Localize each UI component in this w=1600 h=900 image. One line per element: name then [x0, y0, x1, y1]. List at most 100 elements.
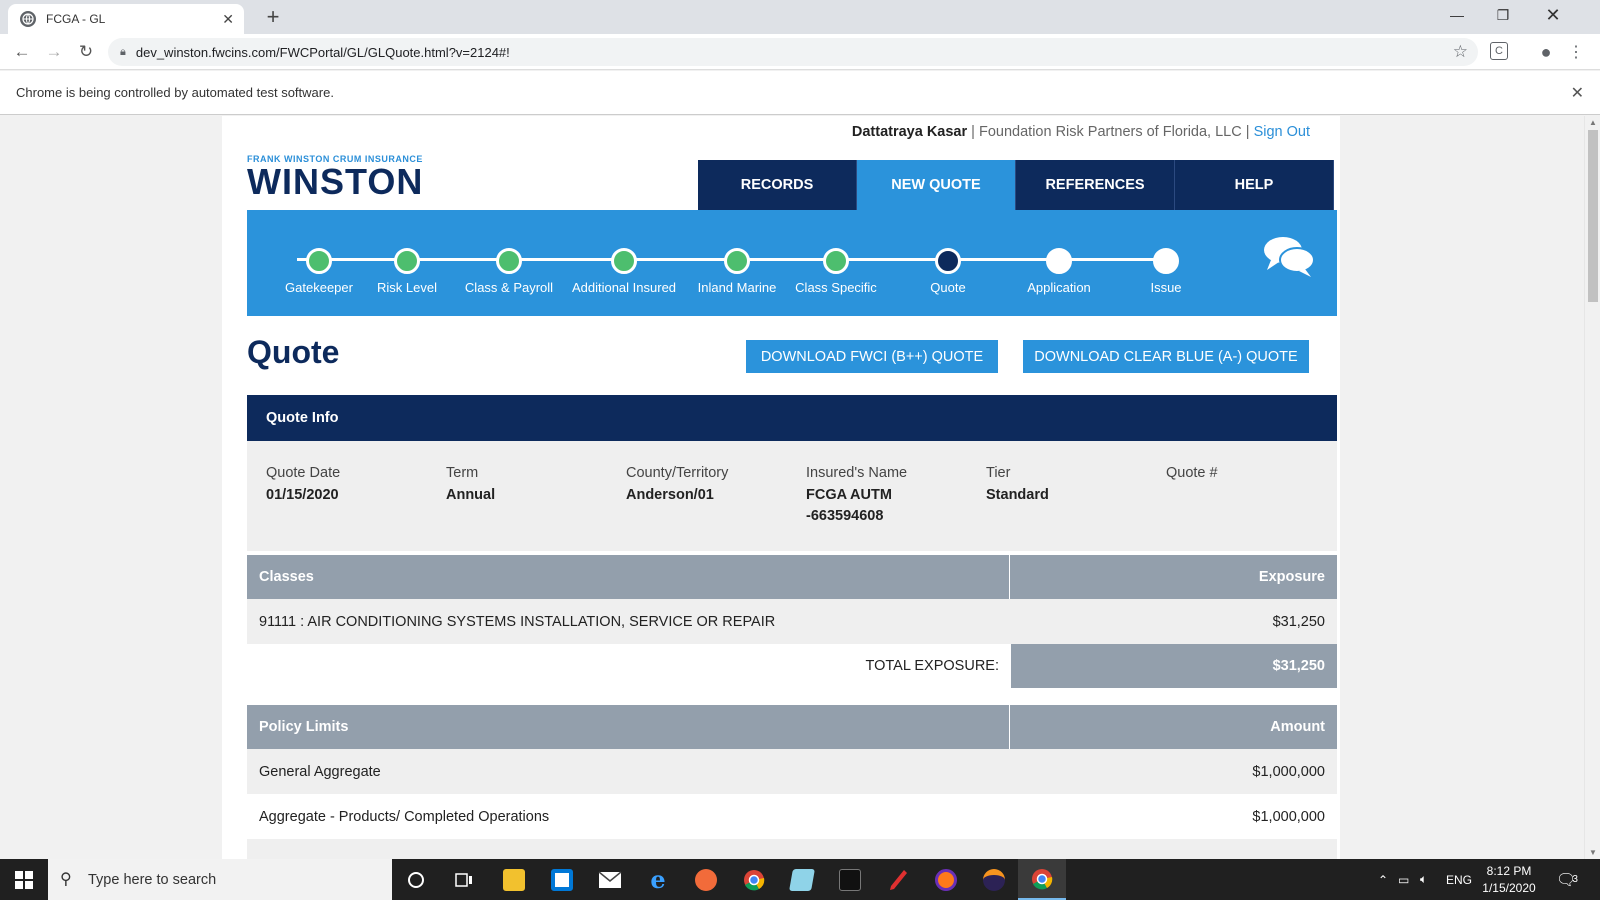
- scroll-up-icon[interactable]: ▲: [1589, 118, 1597, 127]
- field-label: Tier: [986, 465, 1011, 481]
- table-row: [247, 839, 1337, 859]
- limit-name: General Aggregate: [259, 763, 381, 780]
- winston-logo[interactable]: FRANK WINSTON CRUM INSURANCE WINSTON: [247, 154, 423, 200]
- step-issue[interactable]: Issue: [1101, 248, 1231, 295]
- total-exposure-label: TOTAL EXPOSURE:: [865, 658, 1000, 674]
- terminal-icon[interactable]: [826, 859, 874, 900]
- nav-references[interactable]: REFERENCES: [1016, 160, 1175, 210]
- step-class-payroll[interactable]: Class & Payroll: [444, 248, 574, 295]
- tier-field: Tier Standard: [986, 465, 1156, 506]
- nav-records[interactable]: RECORDS: [698, 160, 857, 210]
- step-class-specific[interactable]: Class Specific: [771, 248, 901, 295]
- table-row: General Aggregate $1,000,000: [247, 749, 1337, 794]
- class-exposure: $31,250: [1272, 613, 1325, 630]
- restore-icon[interactable]: ❐: [1480, 0, 1526, 30]
- firefox-icon[interactable]: [922, 859, 970, 900]
- table-row: Aggregate - Products/ Completed Operatio…: [247, 794, 1337, 839]
- cortana-icon[interactable]: [392, 859, 440, 900]
- sign-out-link[interactable]: Sign Out: [1254, 124, 1310, 140]
- tray-chevron-icon[interactable]: ⌃: [1378, 859, 1388, 900]
- lock-icon: 🔒︎: [120, 45, 126, 58]
- step-dot: [496, 248, 522, 274]
- organization-name: Foundation Risk Partners of Florida, LLC: [978, 124, 1242, 140]
- progress-tracker: Gatekeeper Risk Level Class & Payroll Ad…: [247, 210, 1337, 316]
- nav-new-quote[interactable]: NEW QUOTE: [857, 160, 1016, 210]
- logo-main-text: WINSTON: [247, 161, 424, 202]
- step-label: Class Specific: [795, 280, 877, 295]
- quote-info-header: Quote Info: [247, 395, 1337, 441]
- limit-name: Aggregate - Products/ Completed Operatio…: [259, 808, 550, 825]
- minimize-icon[interactable]: —: [1434, 0, 1480, 30]
- extension-icon[interactable]: C: [1490, 42, 1508, 60]
- address-bar[interactable]: 🔒︎ dev_winston.fwcins.com/FWCPortal/GL/G…: [108, 38, 1478, 66]
- step-dot: [1046, 248, 1072, 274]
- search-placeholder: Type here to search: [88, 871, 217, 888]
- quote-number-field: Quote #: [1166, 465, 1336, 485]
- windows-start-icon[interactable]: [0, 859, 48, 900]
- url-text: dev_winston.fwcins.com/FWCPortal/GL/GLQu…: [135, 44, 510, 60]
- close-window-icon[interactable]: ✕: [1530, 0, 1576, 30]
- browser-toolbar: ← → ↻ 🔒︎ dev_winston.fwcins.com/FWCPorta…: [0, 34, 1600, 70]
- browser-tab[interactable]: FCGA - GL ✕: [8, 4, 244, 34]
- forward-icon[interactable]: →: [42, 40, 66, 64]
- page-title: Quote: [247, 334, 340, 370]
- download-clear-blue-quote-button[interactable]: DOWNLOAD CLEAR BLUE (A-) QUOTE: [1023, 340, 1309, 373]
- close-tab-icon[interactable]: ✕: [222, 11, 234, 28]
- file-explorer-icon[interactable]: [490, 859, 538, 900]
- menu-dots-icon[interactable]: ⋮: [1566, 42, 1586, 62]
- limit-amount: $1,000,000: [1252, 763, 1325, 780]
- field-label: County/Territory: [626, 465, 729, 481]
- language-indicator[interactable]: ENG: [1446, 859, 1472, 900]
- mail-icon[interactable]: [586, 859, 634, 900]
- step-label: Issue: [1150, 280, 1182, 295]
- automation-infobar: Chrome is being controlled by automated …: [0, 71, 1600, 115]
- field-value: Annual: [446, 487, 496, 503]
- page-scrollbar[interactable]: ▲ ▼: [1584, 116, 1600, 859]
- scrollbar-thumb[interactable]: [1588, 130, 1598, 302]
- profile-icon[interactable]: ●: [1536, 42, 1556, 62]
- postman-icon[interactable]: [682, 859, 730, 900]
- page-viewport: Dattatraya Kasar | Foundation Risk Partn…: [0, 116, 1584, 859]
- task-view-icon[interactable]: [440, 859, 488, 900]
- network-icon[interactable]: ▭: [1398, 859, 1409, 900]
- chrome-icon[interactable]: [730, 859, 778, 900]
- close-infobar-icon[interactable]: ✕: [1571, 83, 1584, 103]
- taskbar-clock[interactable]: 8:12 PM 1/15/2020: [1474, 863, 1544, 897]
- total-exposure-row: TOTAL EXPOSURE: $31,250: [247, 644, 1337, 688]
- volume-icon[interactable]: 🔈︎: [1420, 859, 1427, 900]
- classes-column-header: Classes: [247, 555, 1010, 599]
- download-fwci-quote-button[interactable]: DOWNLOAD FWCI (B++) QUOTE: [746, 340, 998, 373]
- field-value: Standard: [986, 487, 1049, 503]
- step-dot: [935, 248, 961, 274]
- field-label: Term: [446, 465, 479, 481]
- bookmark-star-icon[interactable]: ☆: [1453, 42, 1468, 62]
- store-icon[interactable]: [538, 859, 586, 900]
- notepad-icon[interactable]: [778, 859, 826, 900]
- step-label: Additional Insured: [571, 280, 677, 295]
- class-name: 91111 : AIR CONDITIONING SYSTEMS INSTALL…: [259, 613, 776, 630]
- new-tab-icon[interactable]: +: [260, 4, 286, 30]
- nav-help[interactable]: HELP: [1175, 160, 1334, 210]
- reload-icon[interactable]: ↻: [74, 40, 98, 64]
- edge-icon[interactable]: e: [634, 859, 682, 900]
- step-additional-insured[interactable]: Additional Insured: [559, 248, 689, 295]
- notification-count: 3: [1572, 874, 1578, 885]
- field-value: Anderson/01: [626, 487, 714, 503]
- back-icon[interactable]: ←: [10, 40, 34, 64]
- step-label: Class & Payroll: [464, 280, 554, 295]
- step-dot: [306, 248, 332, 274]
- scroll-down-icon[interactable]: ▼: [1589, 848, 1597, 857]
- eclipse-icon[interactable]: [970, 859, 1018, 900]
- field-label: Insured's Name: [806, 465, 908, 481]
- main-nav: RECORDS NEW QUOTE REFERENCES HELP: [698, 160, 1334, 210]
- chat-icon[interactable]: [1263, 234, 1315, 278]
- chrome-active-icon[interactable]: [1018, 859, 1066, 900]
- exposure-column-header: Exposure: [1258, 569, 1325, 585]
- county-territory-field: County/Territory Anderson/01: [626, 465, 796, 506]
- pen-tool-icon[interactable]: [874, 859, 922, 900]
- taskbar-search-input[interactable]: ⚲ Type here to search: [48, 859, 392, 900]
- term-field: Term Annual: [446, 465, 616, 506]
- notification-icon[interactable]: 🗨︎ 3: [1556, 859, 1578, 900]
- globe-icon: [20, 11, 36, 27]
- step-dot: [611, 248, 637, 274]
